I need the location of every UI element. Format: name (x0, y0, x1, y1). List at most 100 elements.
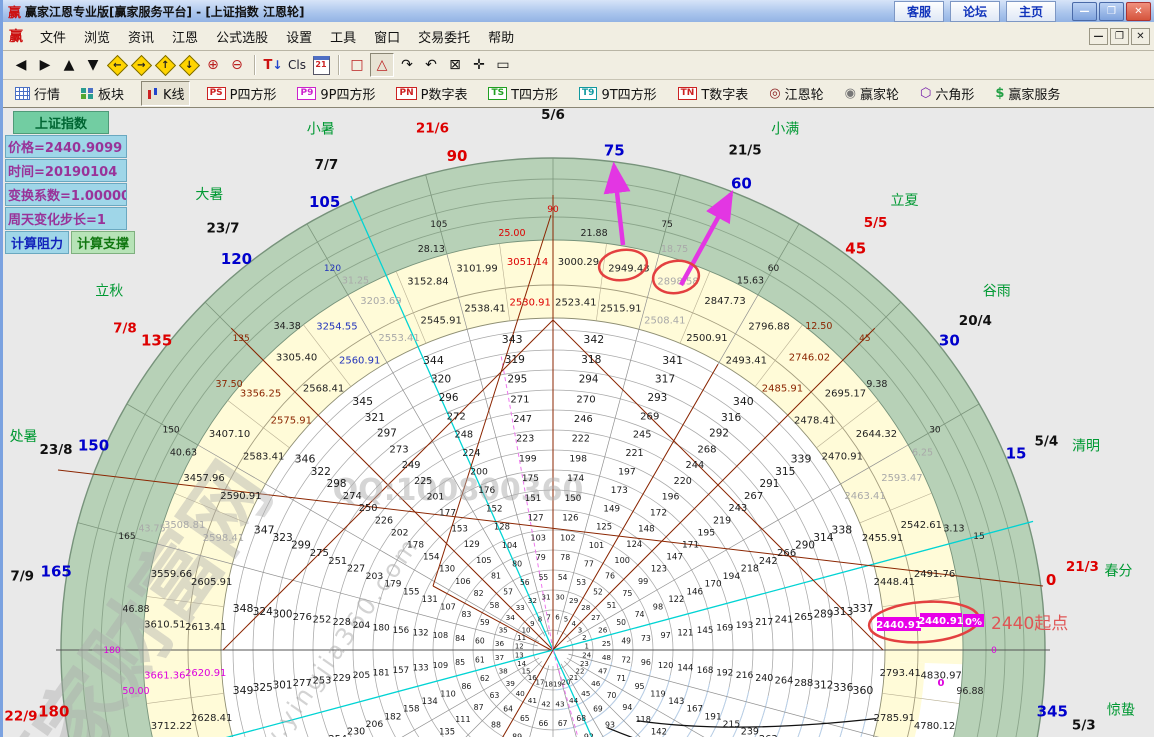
prev-icon[interactable]: ◀ (10, 54, 32, 76)
svg-text:217: 217 (755, 617, 773, 628)
diamond-up-icon[interactable]: ↑ (154, 54, 176, 76)
menu-logo-icon: 赢 (9, 29, 23, 45)
svg-text:293: 293 (648, 392, 668, 404)
svg-text:218: 218 (741, 563, 759, 574)
forum-button[interactable]: 论坛 (949, 0, 1000, 22)
homepage-button[interactable]: 主页 (1005, 0, 1056, 22)
svg-text:155: 155 (403, 587, 420, 597)
tab-p-number-table[interactable]: PN P数字表 (392, 82, 471, 105)
down-triangle-icon[interactable]: ▼ (82, 54, 104, 76)
svg-text:322: 322 (311, 465, 331, 478)
svg-text:224: 224 (462, 448, 480, 459)
menu-settings[interactable]: 设置 (277, 24, 321, 49)
tab-9t-square[interactable]: T9 9T四方形 (575, 82, 661, 105)
svg-text:21/5: 21/5 (729, 143, 762, 159)
menu-news[interactable]: 资讯 (119, 24, 163, 49)
restore-button[interactable]: ❐ (1099, 1, 1124, 21)
svg-text:68: 68 (576, 714, 586, 723)
svg-text:93: 93 (605, 720, 615, 729)
menu-browse[interactable]: 浏览 (75, 24, 119, 49)
svg-text:大暑: 大暑 (195, 187, 223, 203)
svg-text:109: 109 (433, 660, 448, 670)
svg-text:170: 170 (705, 580, 722, 590)
calc-resistance-button[interactable]: 计算阻力 (5, 231, 70, 254)
minimize-button[interactable]: — (1072, 1, 1097, 21)
svg-text:229: 229 (333, 673, 351, 684)
svg-text:253: 253 (313, 675, 332, 686)
svg-text:70: 70 (607, 691, 617, 700)
svg-text:344: 344 (423, 354, 444, 367)
svg-text:2847.73: 2847.73 (704, 296, 745, 307)
svg-text:3000.29: 3000.29 (558, 257, 599, 268)
next-icon[interactable]: ▶ (34, 54, 56, 76)
diamond-right-icon[interactable]: → (130, 54, 152, 76)
step-row: 周天变化步长=1 (5, 207, 127, 230)
zoom-in-icon[interactable]: ⊕ (202, 54, 224, 76)
svg-text:37.50: 37.50 (216, 379, 243, 390)
tab-quotes[interactable]: 行情 (11, 82, 64, 105)
t-number-table-icon: TN (677, 87, 698, 100)
svg-text:76: 76 (605, 572, 615, 581)
menu-formula-stock[interactable]: 公式选股 (207, 24, 277, 49)
service-button[interactable]: 客服 (893, 0, 944, 22)
close-button[interactable]: ✕ (1126, 1, 1151, 21)
svg-text:3305.40: 3305.40 (276, 353, 317, 364)
tab-winner-wheel[interactable]: ◉ 赢家轮 (841, 82, 903, 105)
svg-text:3.13: 3.13 (943, 523, 964, 534)
svg-text:25.00: 25.00 (498, 228, 525, 239)
fit-view-icon[interactable]: ✛ (468, 54, 490, 76)
svg-text:2542.61: 2542.61 (901, 520, 942, 531)
rotate-cw-icon[interactable]: ↷ (396, 54, 418, 76)
screen-icon[interactable]: ▭ (492, 54, 514, 76)
svg-text:87: 87 (474, 703, 484, 712)
mdi-minimize-button[interactable]: — (1089, 27, 1108, 45)
svg-text:215: 215 (723, 719, 741, 730)
svg-text:144: 144 (677, 662, 693, 672)
menu-trade[interactable]: 交易委托 (409, 24, 479, 49)
svg-text:0: 0 (991, 646, 997, 656)
svg-text:102: 102 (560, 532, 575, 542)
menu-gann[interactable]: 江恩 (163, 24, 207, 49)
cls-button[interactable]: Cls (286, 54, 308, 76)
svg-text:221: 221 (625, 448, 643, 459)
tab-p-square[interactable]: PS P四方形 (203, 82, 281, 105)
tab-9p-square[interactable]: P9 9P四方形 (293, 82, 379, 105)
svg-text:158: 158 (403, 705, 420, 715)
svg-text:152: 152 (486, 504, 503, 514)
menu-file[interactable]: 文件 (31, 24, 75, 49)
square-tool-icon[interactable]: □ (346, 54, 368, 76)
tab-t-number-table[interactable]: TN T数字表 (674, 82, 753, 105)
svg-text:15: 15 (1006, 444, 1027, 462)
triangle-tool-icon[interactable]: △ (370, 53, 394, 77)
calc-support-button[interactable]: 计算支撑 (71, 231, 136, 254)
time-axis-icon[interactable]: T ↓ (262, 54, 284, 76)
svg-text:295: 295 (508, 374, 528, 386)
svg-text:42: 42 (541, 699, 550, 708)
tab-gann-wheel[interactable]: ◎ 江恩轮 (765, 82, 827, 105)
svg-text:50.00: 50.00 (122, 686, 149, 697)
svg-text:128: 128 (494, 522, 510, 532)
calendar-icon[interactable]: 21 (310, 54, 332, 76)
svg-text:26: 26 (598, 625, 608, 634)
tab-sectors[interactable]: 板块 (77, 82, 128, 105)
svg-text:2553.41: 2553.41 (378, 333, 419, 344)
dollar-icon: $ (995, 86, 1005, 101)
diamond-left-icon[interactable]: ← (106, 54, 128, 76)
rotate-ccw-icon[interactable]: ↶ (420, 54, 442, 76)
diamond-down-icon[interactable]: ↓ (178, 54, 200, 76)
up-triangle-icon[interactable]: ▲ (58, 54, 80, 76)
mdi-restore-button[interactable]: ❐ (1110, 27, 1129, 45)
svg-text:119: 119 (650, 688, 665, 698)
menu-tools[interactable]: 工具 (321, 24, 365, 49)
menu-help[interactable]: 帮助 (479, 24, 523, 49)
maximize-box-icon[interactable]: ⊠ (444, 54, 466, 76)
tab-hexagon[interactable]: ⬡ 六角形 (916, 82, 978, 105)
svg-text:90: 90 (447, 147, 468, 165)
tab-t-square[interactable]: TS T四方形 (484, 82, 562, 105)
tab-kline[interactable]: K线 (141, 81, 190, 106)
svg-text:342: 342 (583, 333, 604, 346)
mdi-close-button[interactable]: ✕ (1131, 27, 1150, 45)
zoom-out-icon[interactable]: ⊖ (226, 54, 248, 76)
tab-winner-service[interactable]: $ 赢家服务 (991, 82, 1064, 105)
menu-window[interactable]: 窗口 (365, 24, 409, 49)
